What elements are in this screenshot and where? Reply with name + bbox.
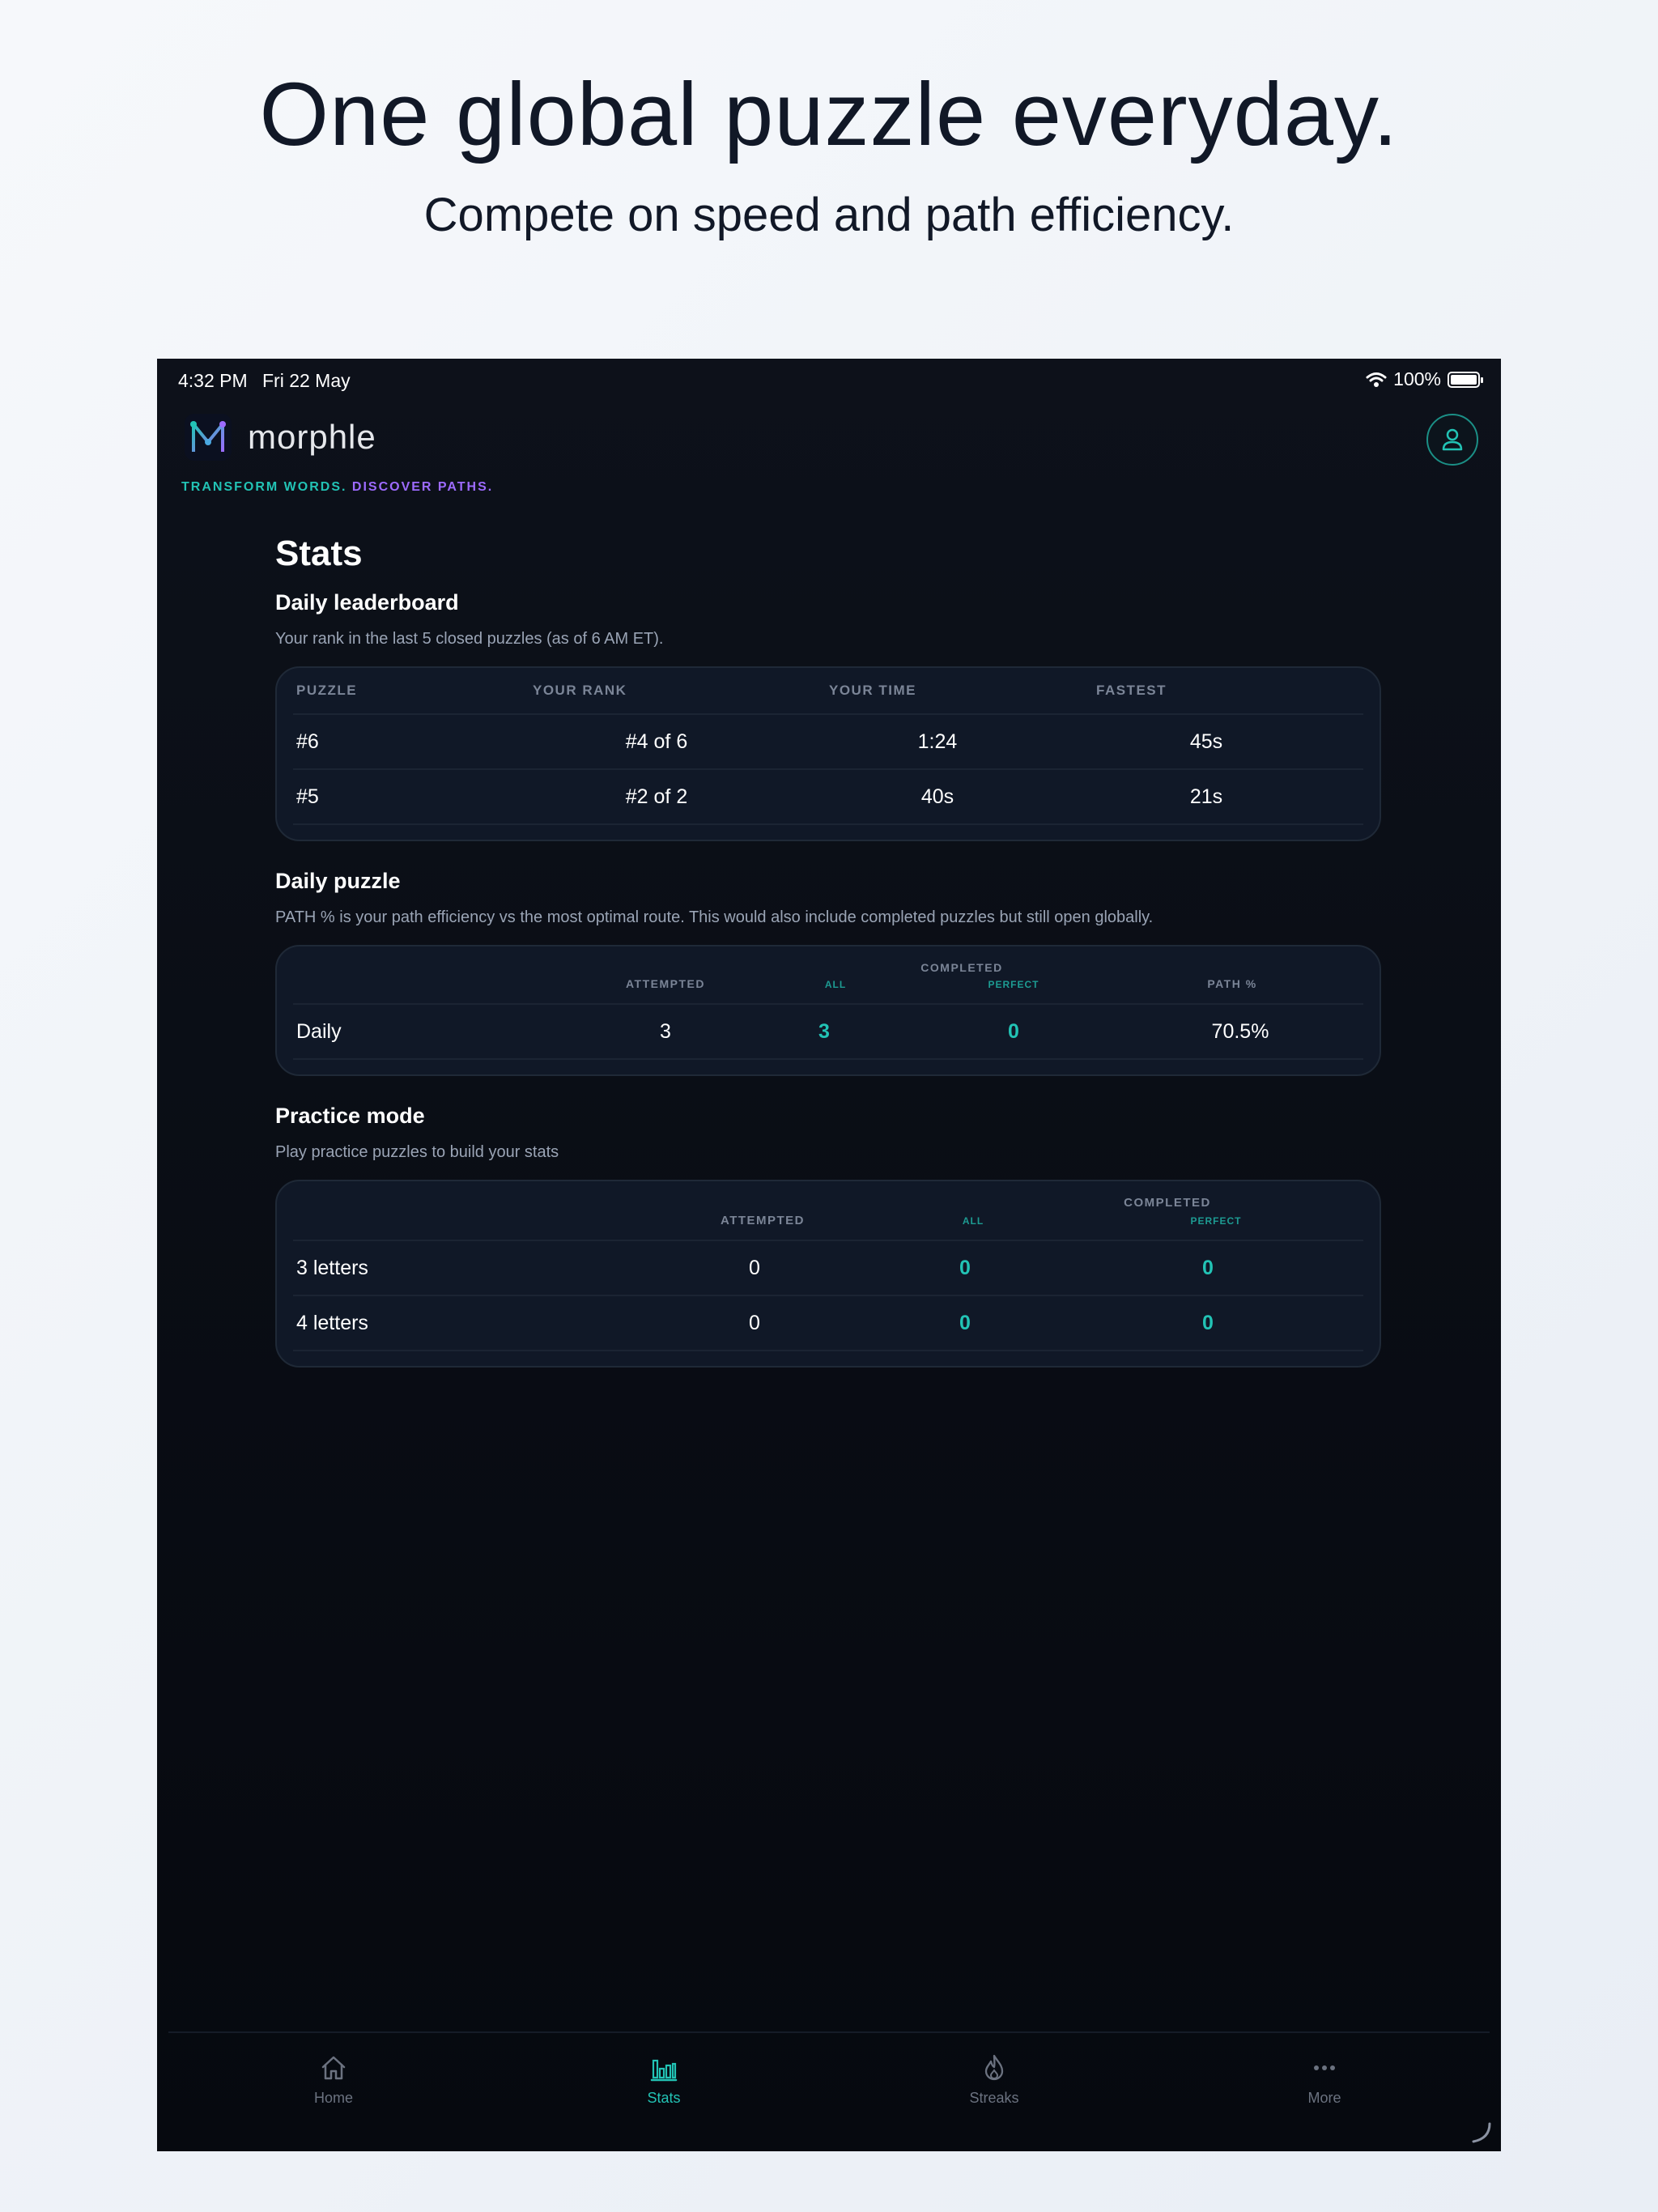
table-header: COMPLETED ATTEMPTED ALL PERFECT — [293, 1181, 1363, 1241]
page-title: Stats — [275, 534, 363, 573]
daily-desc: PATH % is your path efficiency vs the mo… — [275, 908, 1154, 926]
practice-table: COMPLETED ATTEMPTED ALL PERFECT 3 letter… — [275, 1180, 1381, 1368]
tab-streaks[interactable]: Streaks — [829, 2033, 1159, 2151]
morphle-logo-icon — [185, 414, 232, 461]
attempted-cell: 0 — [749, 1311, 760, 1334]
col-all: ALL — [824, 979, 847, 990]
bar-chart-icon — [650, 2059, 678, 2082]
battery-icon — [1448, 371, 1483, 388]
col-all: ALL — [962, 1215, 984, 1227]
practice-desc: Play practice puzzles to build your stat… — [275, 1143, 559, 1161]
home-icon — [321, 2056, 346, 2080]
user-icon — [1442, 428, 1463, 451]
tab-home-label: Home — [313, 2090, 353, 2106]
tab-streaks-label: Streaks — [969, 2090, 1019, 2106]
col-completed: COMPLETED — [920, 961, 1003, 974]
attempted-cell: 3 — [660, 1019, 671, 1043]
table-header: COMPLETED ATTEMPTED ALL PERFECT PATH % — [293, 946, 1363, 1005]
status-bar: 4:32 PM Fri 22 May 100% — [157, 359, 1501, 401]
table-row: Daily 3 3 0 70.5% — [293, 1005, 1363, 1060]
rank-cell: #2 of 2 — [625, 785, 688, 808]
leaderboard-title: Daily leaderboard — [275, 590, 459, 615]
status-time: 4:32 PM — [178, 370, 248, 391]
rank-cell: #4 of 6 — [625, 730, 688, 753]
device-screen: 4:32 PM Fri 22 May 100% morphle TRANSFOR… — [157, 359, 1501, 2151]
daily-title: Daily puzzle — [275, 869, 401, 893]
col-attempted: ATTEMPTED — [625, 977, 705, 990]
app-tagline: TRANSFORM WORDS. DISCOVER PATHS. — [181, 480, 493, 495]
tab-stats[interactable]: Stats — [499, 2033, 829, 2151]
tab-more-label: More — [1307, 2090, 1341, 2106]
all-cell: 0 — [959, 1311, 971, 1334]
table-row: #6 #4 of 6 1:24 45s — [293, 715, 1363, 770]
col-your-rank: YOUR RANK — [533, 683, 627, 698]
app-brand: morphle — [185, 414, 376, 461]
resize-handle-icon[interactable] — [1469, 2121, 1493, 2145]
app-name: morphle — [248, 418, 376, 456]
stats-content: Stats Daily leaderboard Your rank in the… — [275, 534, 1381, 1368]
path-cell: 70.5% — [1211, 1019, 1269, 1043]
row-label: 4 letters — [296, 1311, 368, 1334]
row-label: 3 letters — [296, 1256, 368, 1279]
col-completed: COMPLETED — [1124, 1196, 1211, 1210]
table-row: 3 letters 0 0 0 — [293, 1241, 1363, 1296]
perfect-cell: 0 — [1008, 1019, 1019, 1043]
table-header: PUZZLE YOUR RANK YOUR TIME FASTEST — [293, 668, 1363, 715]
tab-home[interactable]: Home — [168, 2033, 499, 2151]
col-puzzle: PUZZLE — [296, 683, 358, 698]
table-row: 4 letters 0 0 0 — [293, 1296, 1363, 1351]
hero-subtitle: Compete on speed and path efficiency. — [423, 189, 1235, 241]
tab-stats-label: Stats — [647, 2090, 681, 2106]
row-label: Daily — [296, 1019, 342, 1043]
col-fastest: FASTEST — [1096, 683, 1167, 698]
perfect-cell: 0 — [1202, 1311, 1214, 1334]
tagline-discover: DISCOVER PATHS. — [351, 480, 494, 494]
battery-percent: 100% — [1393, 368, 1441, 389]
leaderboard-table: PUZZLE YOUR RANK YOUR TIME FASTEST #6 #4… — [275, 666, 1381, 841]
ellipsis-icon — [1314, 2065, 1335, 2070]
time-cell: 1:24 — [917, 730, 958, 753]
tab-bar: Home Stats Streaks More — [168, 2031, 1490, 2151]
puzzle-cell: #5 — [296, 785, 319, 808]
daily-table: COMPLETED ATTEMPTED ALL PERFECT PATH % D… — [275, 945, 1381, 1076]
wifi-icon — [1366, 372, 1387, 387]
leaderboard-desc: Your rank in the last 5 closed puzzles (… — [275, 630, 664, 648]
table-row: #5 #2 of 2 40s 21s — [293, 770, 1363, 825]
fastest-cell: 45s — [1189, 730, 1223, 753]
tab-more[interactable]: More — [1159, 2033, 1490, 2151]
all-cell: 3 — [818, 1019, 830, 1043]
all-cell: 0 — [959, 1256, 971, 1279]
col-your-time: YOUR TIME — [829, 683, 916, 698]
col-perfect: PERFECT — [1190, 1215, 1242, 1227]
tagline-transform: TRANSFORM WORDS. — [181, 480, 347, 494]
flame-icon — [984, 2054, 1004, 2081]
puzzle-cell: #6 — [296, 730, 319, 753]
perfect-cell: 0 — [1202, 1256, 1214, 1279]
status-date: Fri 22 May — [262, 370, 351, 391]
fastest-cell: 21s — [1189, 785, 1223, 808]
hero-title: One global puzzle everyday. — [259, 65, 1399, 164]
attempted-cell: 0 — [749, 1256, 760, 1279]
profile-button[interactable] — [1426, 414, 1478, 466]
col-perfect: PERFECT — [988, 979, 1039, 990]
time-cell: 40s — [920, 785, 954, 808]
col-path: PATH % — [1207, 977, 1257, 990]
practice-title: Practice mode — [275, 1104, 425, 1128]
col-attempted: ATTEMPTED — [720, 1214, 806, 1227]
